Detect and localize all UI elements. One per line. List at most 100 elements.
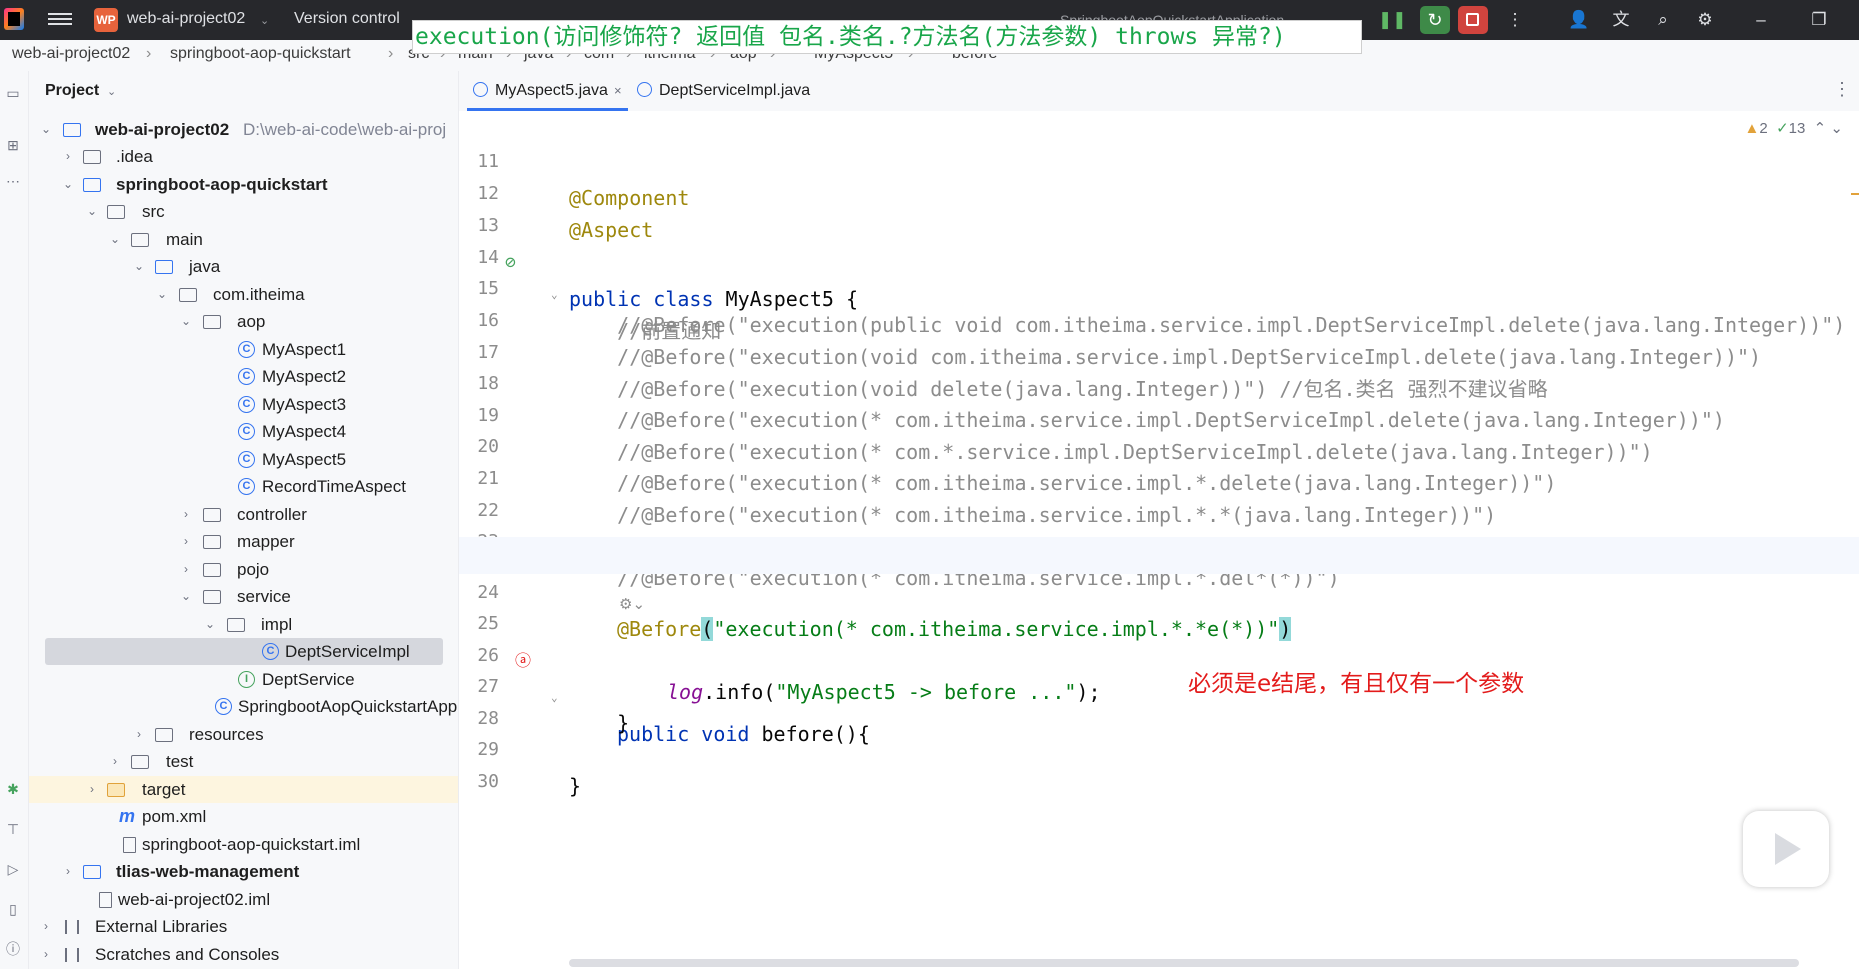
chevron-right-icon[interactable]: › bbox=[85, 776, 99, 803]
project-panel-title[interactable]: Project bbox=[45, 82, 99, 100]
breadcrumb-item[interactable]: springboot-aop-quickstart bbox=[170, 45, 351, 63]
project-tool-icon[interactable]: ▭ bbox=[3, 83, 23, 103]
run-tool-icon[interactable]: ▷ bbox=[3, 859, 23, 879]
tree-item-module-iml[interactable]: springboot-aop-quickstart.iml bbox=[29, 831, 458, 858]
tree-item-recordtimeaspect[interactable]: C RecordTimeAspect bbox=[29, 473, 458, 500]
terminal-tool-icon[interactable]: ▯ bbox=[3, 899, 23, 919]
more-options-icon[interactable]: ⋮ bbox=[1833, 79, 1851, 100]
problems-tool-icon[interactable]: ⓘ bbox=[3, 939, 23, 959]
translate-icon[interactable]: 文 bbox=[1610, 9, 1632, 31]
package-icon bbox=[227, 618, 245, 632]
subtitle-overlay: execution(访问修饰符? 返回值 包名.类名.?方法名(方法参数) th… bbox=[412, 20, 1362, 54]
chevron-right-icon[interactable]: › bbox=[132, 721, 146, 748]
tree-item-myaspect1[interactable]: C MyAspect1 bbox=[29, 336, 458, 363]
restore-window-icon[interactable]: ❐ bbox=[1808, 9, 1830, 31]
chevron-down-icon[interactable]: ⌄ bbox=[132, 253, 146, 280]
version-control-menu[interactable]: Version control bbox=[294, 10, 400, 28]
structure-tool-icon[interactable]: ⊞ bbox=[3, 135, 23, 155]
code-line: 23 //@Before("execution(* com.itheima.se… bbox=[459, 486, 1859, 590]
tree-item-project-iml[interactable]: web-ai-project02.iml bbox=[29, 886, 458, 913]
settings-gear-icon[interactable]: ⚙ bbox=[1694, 9, 1716, 31]
tree-item-springbootaopquickstartapp[interactable]: C SpringbootAopQuickstartApp bbox=[29, 693, 458, 720]
class-icon: C bbox=[238, 341, 255, 358]
chevron-down-icon[interactable]: ⌄ bbox=[108, 226, 122, 253]
stop-button[interactable] bbox=[1458, 6, 1488, 34]
chevron-right-icon[interactable]: › bbox=[61, 143, 75, 170]
class-icon: C bbox=[238, 423, 255, 440]
tab-deptserviceimpl[interactable]: DeptServiceImpl.java bbox=[637, 71, 810, 111]
chevron-down-icon[interactable]: ⌄ bbox=[179, 308, 193, 335]
maven-file-icon: m bbox=[119, 806, 136, 826]
project-badge[interactable]: WP bbox=[94, 8, 118, 32]
chevron-right-icon[interactable]: › bbox=[39, 913, 53, 940]
tree-item-myaspect3[interactable]: C MyAspect3 bbox=[29, 391, 458, 418]
debug-pause-icon[interactable]: ❚❚ bbox=[1378, 9, 1407, 31]
breadcrumb-item[interactable]: web-ai-project02 bbox=[12, 45, 130, 63]
chevron-right-icon[interactable]: › bbox=[108, 748, 122, 775]
minimize-icon[interactable]: – bbox=[1750, 9, 1772, 31]
class-icon: C bbox=[238, 368, 255, 385]
video-player-icon[interactable] bbox=[1743, 811, 1829, 887]
tree-item-label: springboot-aop-quickstart.iml bbox=[142, 835, 361, 854]
tree-item-scratches[interactable]: › Scratches and Consoles bbox=[29, 941, 458, 968]
chevron-down-icon: ⌄ bbox=[260, 15, 270, 27]
tree-item-controller[interactable]: › controller bbox=[29, 501, 458, 528]
chevron-down-icon[interactable]: ⌄ bbox=[179, 583, 193, 610]
tree-item-deptservice[interactable]: I DeptService bbox=[29, 666, 458, 693]
chevron-right-icon[interactable]: › bbox=[179, 528, 193, 555]
chevron-right-icon[interactable]: › bbox=[61, 858, 75, 885]
tree-item-pojo[interactable]: › pojo bbox=[29, 556, 458, 583]
tree-item-test[interactable]: › test bbox=[29, 748, 458, 775]
tree-item-label: target bbox=[142, 780, 186, 799]
chevron-right-icon[interactable]: › bbox=[179, 501, 193, 528]
build-tool-icon[interactable]: ⊤ bbox=[3, 819, 23, 839]
chevron-right-icon[interactable]: › bbox=[39, 941, 53, 968]
more-options-icon[interactable]: ⋮ bbox=[1504, 9, 1526, 31]
chevron-down-icon[interactable]: ⌄ bbox=[85, 198, 99, 225]
more-tools-icon[interactable]: ⋯ bbox=[3, 171, 23, 191]
tree-item-tlias-web-management[interactable]: › tlias-web-management bbox=[29, 858, 458, 885]
tree-item-main[interactable]: ⌄ main bbox=[29, 226, 458, 253]
package-icon bbox=[203, 315, 221, 329]
breadcrumb-separator: › bbox=[388, 45, 394, 62]
tree-item-label: MyAspect2 bbox=[262, 367, 347, 386]
main-menu-icon[interactable] bbox=[48, 10, 72, 30]
tree-item-service[interactable]: ⌄ service bbox=[29, 583, 458, 610]
class-icon: C bbox=[262, 643, 279, 660]
rerun-button[interactable]: ↻ bbox=[1420, 6, 1450, 34]
tree-item-mapper[interactable]: › mapper bbox=[29, 528, 458, 555]
tree-item-idea[interactable]: › .idea bbox=[29, 143, 458, 170]
chevron-right-icon[interactable]: › bbox=[179, 556, 193, 583]
tree-item-aop[interactable]: ⌄ aop bbox=[29, 308, 458, 335]
tree-item-label: controller bbox=[237, 505, 307, 524]
code-editor[interactable]: ▲2 ✓13 ⌃ ⌄ 11 @Component 12 @Aspect 13 ⊘… bbox=[459, 111, 1859, 969]
class-icon: C bbox=[238, 451, 255, 468]
tree-item-myaspect2[interactable]: C MyAspect2 bbox=[29, 363, 458, 390]
tree-item-springboot-aop-quickstart[interactable]: ⌄ springboot-aop-quickstart bbox=[29, 171, 458, 198]
chevron-down-icon[interactable]: ⌄ bbox=[39, 116, 53, 143]
tree-item-src[interactable]: ⌄ src bbox=[29, 198, 458, 225]
chevron-down-icon[interactable]: ⌄ bbox=[61, 171, 75, 198]
tab-myaspect5[interactable]: MyAspect5.java × bbox=[467, 71, 628, 111]
tree-item-label: MyAspect1 bbox=[262, 340, 347, 359]
tree-item-external-libraries[interactable]: › External Libraries bbox=[29, 913, 458, 940]
debug-tool-icon[interactable]: ✱ bbox=[3, 779, 23, 799]
search-icon[interactable]: ⌕ bbox=[1652, 9, 1674, 31]
tree-item-resources[interactable]: › resources bbox=[29, 721, 458, 748]
add-user-icon[interactable]: 👤 bbox=[1568, 9, 1590, 31]
project-switcher[interactable]: web-ai-project02 bbox=[127, 10, 245, 28]
tree-item-deptserviceimpl[interactable]: C DeptServiceImpl bbox=[45, 638, 443, 665]
chevron-down-icon[interactable]: ⌄ bbox=[155, 281, 169, 308]
tree-item-pom-xml[interactable]: m pom.xml bbox=[29, 803, 458, 830]
tree-item-target[interactable]: › target bbox=[29, 776, 458, 803]
tree-item-myaspect5[interactable]: C MyAspect5 bbox=[29, 446, 458, 473]
editor-horizontal-scrollbar[interactable] bbox=[569, 959, 1799, 967]
tree-item-myaspect4[interactable]: C MyAspect4 bbox=[29, 418, 458, 445]
tree-item-project-root[interactable]: ⌄ web-ai-project02 D:\web-ai-code\web-ai… bbox=[29, 116, 458, 143]
tree-item-java[interactable]: ⌄ java bbox=[29, 253, 458, 280]
tree-item-com-itheima[interactable]: ⌄ com.itheima bbox=[29, 281, 458, 308]
chevron-down-icon[interactable]: ⌄ bbox=[203, 611, 217, 638]
tree-item-impl[interactable]: ⌄ impl bbox=[29, 611, 458, 638]
close-icon[interactable]: × bbox=[614, 83, 622, 98]
tree-item-label: test bbox=[166, 752, 194, 771]
